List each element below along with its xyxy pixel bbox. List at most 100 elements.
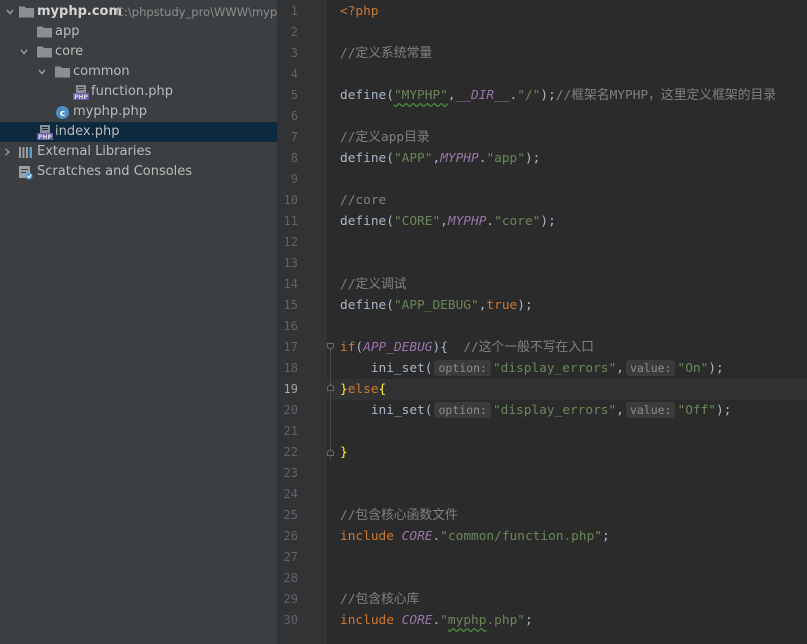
- code-punct: );: [716, 403, 732, 418]
- code-constant: MYPHP: [440, 151, 479, 166]
- tree-item-external-libraries[interactable]: External Libraries: [0, 142, 277, 162]
- code-comment: //包含核心库: [340, 592, 420, 607]
- tree-item-label: index.php: [55, 124, 120, 139]
- line-number-current: 19: [283, 382, 298, 396]
- code-punct: ){: [432, 340, 448, 355]
- tree-item-myphp-com[interactable]: myphp.com C:\phpstudy_pro\WWW\myphp.com: [0, 2, 277, 22]
- code-function: define(: [340, 214, 394, 229]
- tree-item-myphp-php[interactable]: c myphp.php: [0, 102, 277, 122]
- code-line-18[interactable]: ini_set(option: "display_errors", value: "O…: [340, 358, 724, 379]
- line-number: 15: [283, 298, 298, 312]
- code-string: ": [440, 613, 448, 628]
- code-function: ini_set(: [370, 361, 433, 376]
- code-line-19[interactable]: }else{: [340, 379, 386, 400]
- tree-item-label: function.php: [91, 84, 173, 99]
- code-editor[interactable]: <?php //定义系统常量 define("MYPHP",__DIR__."/…: [327, 0, 807, 644]
- tree-item-label: app: [55, 24, 80, 39]
- code-comment: //这个一般不写在入口: [463, 340, 594, 355]
- code-string: .php": [486, 613, 525, 628]
- line-number: 20: [283, 403, 298, 417]
- code-brace-matched: }: [340, 445, 348, 460]
- php-file-icon: PHP: [73, 82, 89, 102]
- php-open-tag: <?php: [340, 4, 379, 19]
- code-line-14[interactable]: //定义调试: [340, 274, 407, 295]
- parameter-hint: option:: [434, 360, 491, 376]
- line-number: 12: [283, 235, 298, 249]
- line-number: 21: [283, 424, 298, 438]
- parameter-hint: value:: [625, 402, 676, 418]
- chevron-down-icon[interactable]: [18, 42, 30, 62]
- code-string: "APP": [393, 151, 433, 166]
- svg-text:PHP: PHP: [74, 94, 88, 100]
- code-line-15[interactable]: define("APP_DEBUG",true);: [340, 295, 533, 316]
- project-path: C:\phpstudy_pro\WWW\myphp.com: [116, 5, 277, 19]
- code-punct: .: [486, 214, 495, 229]
- code-line-26[interactable]: include CORE."common/function.php";: [340, 526, 610, 547]
- code-constant: CORE: [401, 613, 433, 628]
- code-string: "core": [494, 214, 541, 229]
- code-function: define(: [340, 298, 394, 313]
- fold-guide: [330, 345, 331, 461]
- code-function: ini_set(: [370, 403, 433, 418]
- line-number: 8: [290, 151, 298, 165]
- code-line-30[interactable]: include CORE."myphp.php";: [340, 610, 533, 631]
- code-string: "CORE": [393, 214, 441, 229]
- code-string: "app": [486, 151, 525, 166]
- tree-item-function-php[interactable]: PHP function.php: [0, 82, 277, 102]
- line-number-gutter[interactable]: 1 2 3 4 5 6 7 8 9 10 11 12 13 14 15 16 1…: [277, 0, 327, 644]
- project-tree[interactable]: myphp.com C:\phpstudy_pro\WWW\myphp.com …: [0, 0, 277, 644]
- code-line-22[interactable]: }: [340, 442, 348, 463]
- tree-item-label: myphp.php: [73, 104, 147, 119]
- line-number: 22: [283, 445, 298, 459]
- line-number: 24: [283, 487, 298, 501]
- code-brace-matched: }: [340, 382, 348, 397]
- library-icon: [18, 142, 34, 162]
- code-punct: );: [524, 151, 541, 166]
- tree-item-scratches-and-consoles[interactable]: Scratches and Consoles: [0, 162, 277, 182]
- line-number: 5: [290, 88, 298, 102]
- code-comment: //包含核心函数文件: [340, 508, 458, 523]
- line-number: 26: [283, 529, 298, 543]
- code-constant: __DIR__: [455, 88, 510, 103]
- line-number: 17: [283, 340, 298, 354]
- fold-marker-icon[interactable]: [327, 384, 334, 391]
- code-line-29[interactable]: //包含核心库: [340, 589, 419, 610]
- line-number: 25: [283, 508, 298, 522]
- code-punct: );: [540, 88, 556, 103]
- line-number: 6: [290, 109, 298, 123]
- code-line-20[interactable]: ini_set(option: "display_errors", value: "O…: [340, 400, 731, 421]
- code-string: myphp: [447, 613, 487, 628]
- code-line-1[interactable]: <?php: [340, 1, 379, 22]
- code-brace-matched: {: [378, 382, 387, 397]
- chevron-down-icon[interactable]: [4, 2, 16, 22]
- code-comment: //定义调试: [340, 277, 407, 292]
- code-line-3[interactable]: //定义系统常量: [340, 43, 432, 64]
- fold-marker-icon[interactable]: [327, 343, 334, 350]
- code-line-7[interactable]: //定义app目录: [340, 127, 430, 148]
- code-line-8[interactable]: define("APP",MYPHP."app");: [340, 148, 540, 169]
- code-line-11[interactable]: define("CORE",MYPHP."core");: [340, 211, 556, 232]
- code-string: "display_errors": [492, 403, 617, 418]
- code-line-10[interactable]: //core: [340, 190, 386, 211]
- code-string: "/": [517, 88, 541, 103]
- tree-item-label: Scratches and Consoles: [37, 164, 193, 179]
- line-number: 11: [283, 214, 298, 228]
- line-number: 16: [283, 319, 298, 333]
- code-punct: );: [708, 361, 724, 376]
- chevron-down-icon[interactable]: [36, 62, 48, 82]
- code-keyword: include: [340, 529, 394, 544]
- chevron-right-icon[interactable]: [1, 142, 13, 162]
- code-punct: (: [355, 340, 364, 355]
- tree-item-core[interactable]: core: [0, 42, 277, 62]
- code-line-17[interactable]: if(APP_DEBUG){ //这个一般不写在入口: [340, 337, 594, 358]
- tree-item-app[interactable]: app: [0, 22, 277, 42]
- code-function: define(: [340, 151, 394, 166]
- fold-marker-icon[interactable]: [327, 449, 334, 456]
- tree-item-index-php[interactable]: PHP index.php: [0, 122, 277, 142]
- tree-item-common[interactable]: common: [0, 62, 277, 82]
- code-comment: //定义app目录: [340, 130, 430, 145]
- code-line-5[interactable]: define("MYPHP",__DIR__."/");//框架名MYPHP，这…: [340, 85, 776, 106]
- code-line-25[interactable]: //包含核心函数文件: [340, 505, 458, 526]
